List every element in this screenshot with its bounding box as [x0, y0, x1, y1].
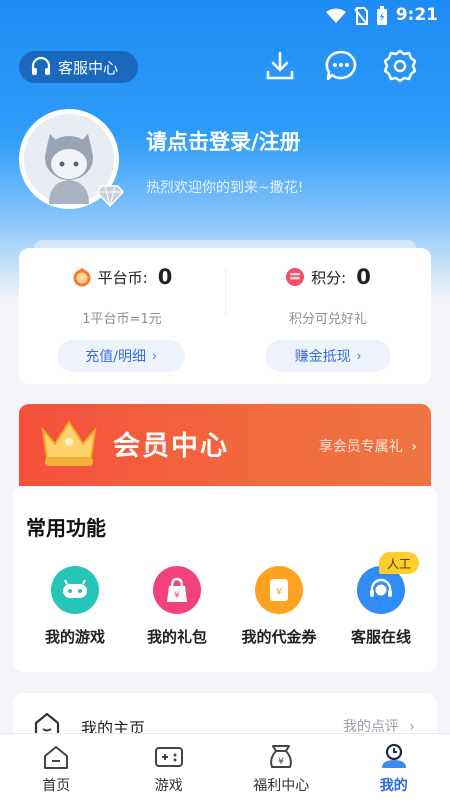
status-icons — [326, 6, 388, 26]
points-stack-icon — [286, 268, 305, 286]
my-games-label: 我的游戏 — [44, 628, 105, 646]
tab-games-label: 游戏 — [154, 778, 183, 794]
svg-text:¥: ¥ — [278, 757, 284, 767]
gift-bag-icon: ¥ — [153, 566, 201, 614]
bottom-tab-bar: 首页 游戏 ¥ 福利中心 我的 — [0, 733, 450, 800]
tab-home[interactable]: 首页 — [0, 734, 113, 800]
section-title: 常用功能 — [26, 516, 106, 540]
platform-coin-note: 1平台币=1元 — [82, 312, 162, 327]
points-section: 积分: 0 积分可兑好礼 赚金抵现 › — [225, 248, 431, 384]
wallet-card: 平台币: 0 1平台币=1元 充值/明细 › 积分: 0 积分可兑好礼 赚金抵现… — [19, 248, 431, 384]
recharge-details-button[interactable]: 充值/明细 › — [57, 340, 185, 372]
diamond-badge-icon — [96, 185, 124, 208]
platform-coin-section: 平台币: 0 1平台币=1元 充值/明细 › — [19, 248, 225, 384]
clock: 9:21 — [395, 5, 438, 25]
online-service-button[interactable]: 客服在线 — [329, 566, 433, 647]
tab-welfare-center-label: 福利中心 — [253, 778, 310, 794]
money-bag-icon: ¥ — [270, 745, 293, 768]
vip-exclusive-label: 享会员专属礼 — [318, 439, 403, 455]
status-bar: 9:21 — [0, 0, 450, 32]
recharge-details-label: 充值/明细 — [85, 349, 146, 365]
chevron-right-icon: › — [151, 349, 157, 363]
vip-exclusive-link[interactable]: 享会员专属礼 › — [319, 436, 417, 456]
avatar[interactable] — [19, 109, 124, 209]
customer-service-label: 客服中心 — [58, 58, 119, 77]
tab-welfare-center[interactable]: ¥ 福利中心 — [225, 734, 338, 800]
chevron-right-icon: › — [411, 439, 417, 455]
points-label: 积分: — [311, 268, 347, 287]
online-service-label: 客服在线 — [350, 628, 411, 646]
battery-icon — [377, 6, 387, 25]
tab-mine[interactable]: 我的 — [338, 734, 450, 800]
game-controller-icon — [154, 747, 183, 767]
vip-center-title: 会员中心 — [113, 431, 229, 462]
earn-cash-label: 赚金抵现 — [294, 349, 351, 365]
points-row: 积分: 0 — [225, 265, 431, 289]
gamepad-icon — [51, 566, 99, 614]
message-icon — [325, 50, 357, 81]
svg-text:¥: ¥ — [276, 587, 282, 598]
voucher-icon: ¥ — [255, 566, 303, 614]
vip-center-banner[interactable]: 会员中心 享会员专属礼 › — [19, 404, 431, 486]
platform-coin-label: 平台币: — [97, 268, 148, 287]
points-note: 积分可兑好礼 — [288, 312, 367, 327]
crown-icon — [41, 420, 97, 466]
common-functions-card: 常用功能 我的游戏 ¥ 我的礼包 ¥ 我的代金券 客服在线 人工 — [13, 486, 437, 672]
wifi-icon — [326, 8, 346, 23]
settings-icon — [383, 49, 417, 83]
tab-games[interactable]: 游戏 — [113, 734, 226, 800]
my-gift-packs-label: 我的礼包 — [146, 628, 207, 646]
coin-bag-icon — [73, 268, 91, 287]
platform-coin-row: 平台币: 0 — [19, 265, 225, 289]
profile-icon — [381, 743, 406, 768]
platform-coin-value: 0 — [157, 265, 173, 289]
svg-text:¥: ¥ — [174, 591, 180, 601]
headset-icon — [31, 56, 51, 75]
points-value: 0 — [356, 265, 371, 289]
no-sim-icon — [354, 7, 368, 25]
download-button[interactable] — [262, 48, 298, 84]
messages-button[interactable] — [323, 48, 359, 84]
chevron-right-icon: › — [356, 349, 362, 363]
my-vouchers-label: 我的代金券 — [241, 628, 317, 646]
download-icon — [266, 51, 294, 80]
customer-service-button[interactable]: 客服中心 — [19, 51, 138, 83]
my-vouchers-button[interactable]: ¥ 我的代金券 — [227, 566, 331, 647]
my-gift-packs-button[interactable]: ¥ 我的礼包 — [125, 566, 229, 647]
earn-cash-button[interactable]: 赚金抵现 › — [265, 340, 391, 372]
tab-home-label: 首页 — [42, 778, 71, 794]
settings-button[interactable] — [382, 48, 418, 84]
home-icon — [44, 746, 69, 769]
welcome-text: 热烈欢迎你的到来~撒花! — [146, 180, 304, 196]
my-games-button[interactable]: 我的游戏 — [23, 566, 127, 647]
login-register-link[interactable]: 请点击登录/注册 — [146, 126, 301, 156]
tab-mine-label: 我的 — [379, 778, 408, 794]
human-agent-badge: 人工 — [379, 552, 420, 574]
